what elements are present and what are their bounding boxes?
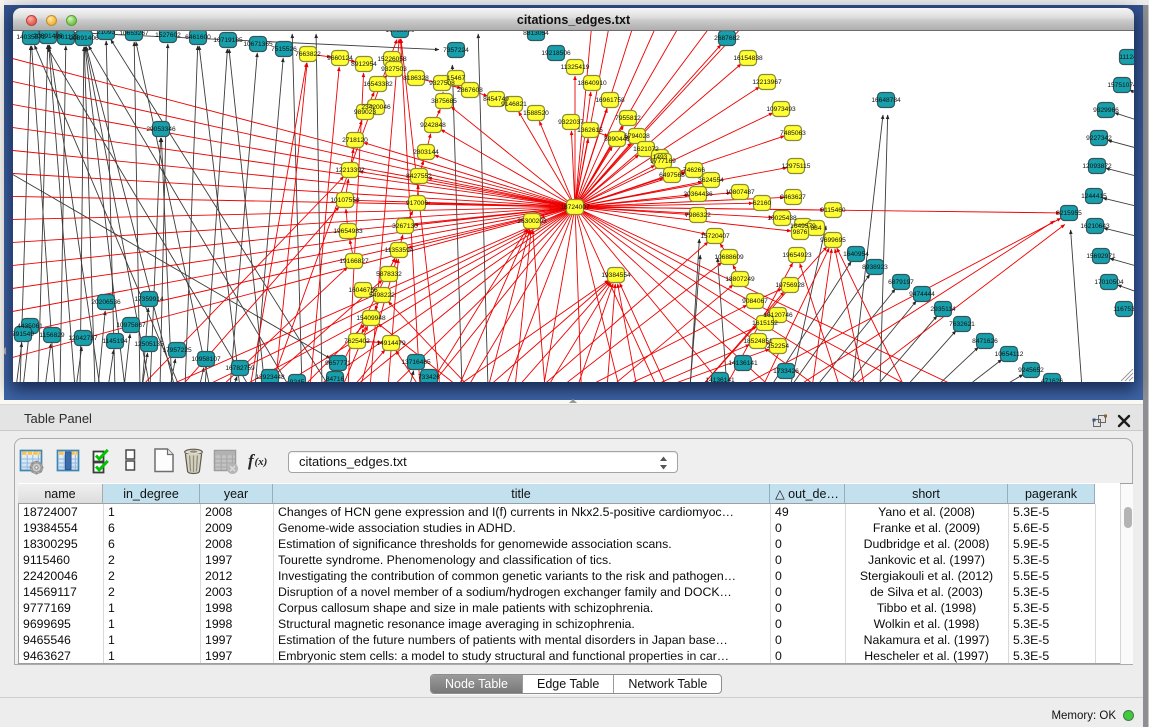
svg-text:(x): (x): [255, 456, 268, 468]
